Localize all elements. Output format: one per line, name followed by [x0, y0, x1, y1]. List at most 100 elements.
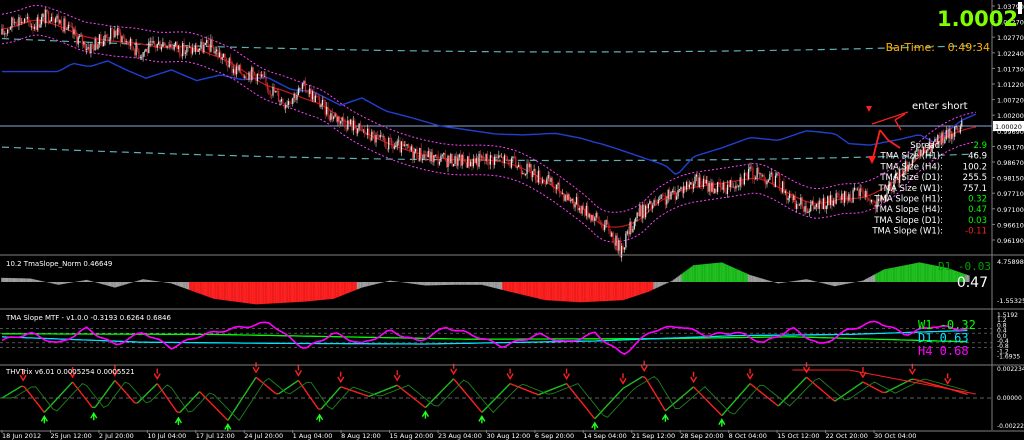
- trix-segment: [117, 383, 122, 388]
- candle-body: [87, 47, 89, 49]
- candle-body: [554, 187, 556, 190]
- candle-body: [93, 45, 95, 51]
- trix-segment: [464, 391, 469, 397]
- candle-body: [584, 208, 586, 216]
- trix-segment: [419, 402, 424, 406]
- projection-arrowhead-icon: [868, 156, 876, 164]
- trix-segment: [808, 379, 813, 383]
- candle-body: [790, 194, 792, 197]
- trix-segment: [382, 389, 387, 392]
- candle-body: [759, 173, 761, 175]
- trix-segment: [693, 386, 697, 391]
- trix-segment: [625, 384, 630, 388]
- candle-body: [290, 102, 292, 104]
- candle-body: [2, 28, 5, 35]
- candle-body: [501, 156, 503, 158]
- candle-body: [436, 154, 438, 156]
- candle-body: [608, 224, 610, 232]
- candle-body: [450, 153, 452, 164]
- candle-body: [241, 73, 243, 75]
- candle-body: [533, 169, 535, 172]
- candle-body: [361, 125, 363, 130]
- trix-segment: [936, 384, 940, 387]
- candle-body: [647, 203, 650, 209]
- candle-body: [270, 94, 273, 96]
- trix-segment: [913, 378, 917, 381]
- candle-body: [265, 76, 267, 83]
- candle-body: [677, 190, 679, 197]
- candle-body: [506, 156, 508, 161]
- trix-segment: [555, 386, 559, 389]
- trix-segment: [509, 382, 514, 386]
- candle-body: [722, 182, 724, 190]
- trix-segment: [221, 414, 226, 419]
- candle-body: [510, 158, 513, 168]
- candle-body: [331, 113, 333, 119]
- candle-body: [371, 131, 373, 141]
- candle-body: [95, 38, 98, 49]
- candle-body: [148, 42, 150, 53]
- candle-body: [365, 133, 367, 136]
- candle-body: [532, 171, 534, 178]
- candle-body: [947, 129, 949, 139]
- candle-body: [334, 114, 336, 117]
- candle-body: [955, 126, 957, 128]
- candle-body: [302, 83, 304, 89]
- trix-segment: [749, 383, 754, 387]
- candle-body: [611, 232, 613, 237]
- candle-body: [359, 123, 362, 126]
- candle-body: [62, 29, 64, 32]
- candle-body: [676, 196, 678, 200]
- candle-body: [53, 20, 55, 23]
- candle-body: [231, 62, 233, 73]
- candle-body: [419, 148, 421, 161]
- trix-segment: [151, 385, 155, 390]
- candle-body: [820, 200, 822, 203]
- trix-segment: [430, 398, 435, 403]
- trix-segment: [523, 388, 528, 391]
- stat-value: 0.03: [968, 216, 987, 226]
- candle-body: [588, 214, 590, 218]
- candle-body: [266, 82, 268, 90]
- candle-body: [832, 200, 834, 206]
- candle-body: [110, 28, 112, 40]
- candle-body: [45, 9, 47, 24]
- candle-body: [155, 44, 157, 48]
- trix-segment: [77, 388, 82, 394]
- candle-body: [280, 99, 283, 102]
- tma-center-line: [1, 19, 977, 228]
- trix-segment: [453, 378, 458, 383]
- trix-segment: [791, 388, 796, 393]
- candle-body: [19, 17, 21, 24]
- candle-body: [36, 17, 38, 30]
- candle-body: [197, 50, 199, 52]
- candle-body: [571, 199, 573, 200]
- candle-body: [587, 205, 589, 218]
- candle-body: [173, 44, 175, 50]
- sell-marker-icon: [562, 368, 571, 380]
- candle-body: [246, 79, 249, 80]
- candle-body: [405, 144, 407, 146]
- candle-body: [770, 172, 772, 175]
- candle-body: [852, 189, 854, 203]
- price-tick-label: 0.97710: [997, 190, 1024, 198]
- candle-body: [244, 76, 246, 78]
- candle-body: [296, 95, 298, 100]
- candle-body: [788, 194, 791, 199]
- trix-segment: [35, 401, 40, 406]
- candle-body: [412, 146, 414, 159]
- tma-band-upper: [1, 4, 976, 213]
- trix-segment: [433, 395, 438, 400]
- candle-body: [491, 155, 493, 158]
- candle-body: [606, 219, 609, 225]
- enter-short-pointer: [871, 111, 909, 125]
- trix-segment: [360, 392, 364, 396]
- trix-segment: [653, 391, 658, 398]
- trix-segment: [661, 405, 666, 412]
- trix-segment: [789, 391, 793, 395]
- trix-segment: [408, 393, 412, 397]
- candle-body: [776, 173, 778, 176]
- trix-segment: [498, 391, 503, 396]
- trix-segment: [320, 405, 325, 410]
- candle-body: [597, 213, 599, 217]
